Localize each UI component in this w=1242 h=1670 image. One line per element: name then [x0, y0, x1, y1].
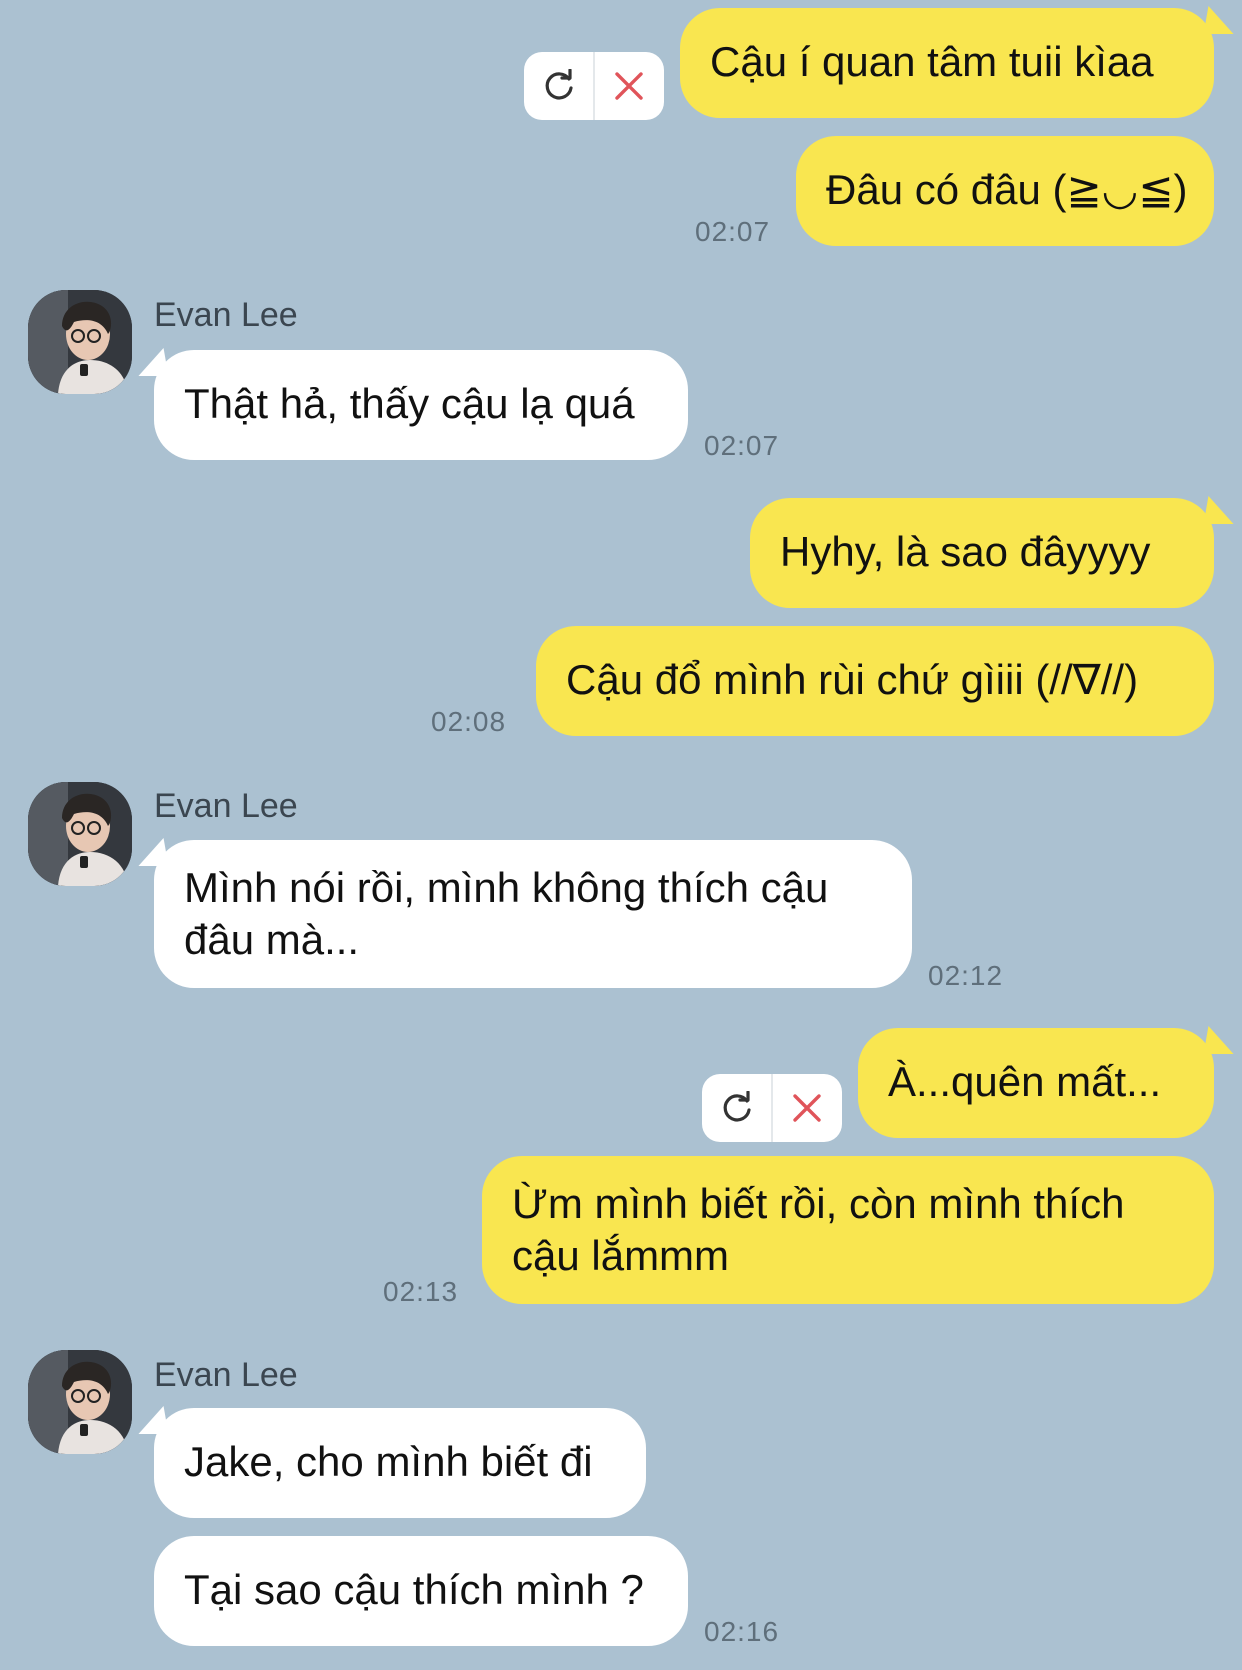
message-time: 02:12 [928, 960, 1004, 991]
message-time: 02:07 [704, 430, 780, 461]
incoming-message[interactable]: Tại sao cậu thích mình ? [154, 1536, 688, 1646]
refresh-icon [723, 1091, 751, 1122]
outgoing-message[interactable]: Đâu có đâu (≧◡≦) [796, 136, 1214, 246]
incoming-message[interactable]: Mình nói rồi, mình không thích cậu đâu m… [154, 840, 912, 988]
message-text: À...quên mất... [888, 1058, 1162, 1105]
chat-area: Cậu í quan tâm tuii kìaa Đâu có đâu (≧◡≦… [0, 0, 1242, 1670]
failed-message-actions [702, 1074, 842, 1142]
retry-button[interactable] [524, 52, 593, 120]
contact-avatar[interactable] [28, 290, 132, 394]
outgoing-message[interactable]: À...quên mất... [858, 1028, 1214, 1138]
message-text: Đâu có đâu (≧◡≦) [826, 166, 1188, 213]
message-text: Cậu đổ mình rùi chứ gìiii (//∇//) [566, 656, 1139, 703]
incoming-message[interactable]: Thật hả, thấy cậu lạ quá [154, 350, 688, 460]
message-text: Hyhy, là sao đâyyyy [780, 528, 1151, 575]
delete-button[interactable] [595, 52, 664, 120]
contact-avatar[interactable] [28, 782, 132, 886]
outgoing-message[interactable]: Cậu đổ mình rùi chứ gìiii (//∇//) [536, 626, 1214, 736]
message-text: Mình nói rồi, mình không thích cậu đâu m… [184, 864, 829, 963]
delete-button[interactable] [773, 1074, 842, 1142]
message-text: Jake, cho mình biết đi [184, 1438, 593, 1485]
message-time: 02:08 [431, 706, 507, 737]
close-icon [793, 1094, 822, 1122]
message-time: 02:07 [695, 216, 771, 247]
message-text: Cậu í quan tâm tuii kìaa [710, 38, 1154, 85]
message-text: Tại sao cậu thích mình ? [184, 1566, 644, 1613]
outgoing-message[interactable]: Hyhy, là sao đâyyyy [750, 498, 1214, 608]
sender-name: Evan Lee [154, 1356, 298, 1394]
message-time: 02:13 [383, 1276, 459, 1307]
message-text: Thật hả, thấy cậu lạ quá [184, 380, 635, 427]
sender-name: Evan Lee [154, 296, 298, 334]
failed-message-actions [524, 52, 664, 120]
contact-avatar[interactable] [28, 1350, 132, 1454]
message-text: Ừm mình biết rồi, còn mình thích cậu lắm… [512, 1180, 1125, 1279]
message-time: 02:16 [704, 1616, 780, 1647]
sender-name: Evan Lee [154, 787, 298, 825]
incoming-message[interactable]: Jake, cho mình biết đi [154, 1408, 646, 1518]
outgoing-message[interactable]: Ừm mình biết rồi, còn mình thích cậu lắm… [482, 1156, 1214, 1304]
close-icon [615, 72, 644, 100]
retry-button[interactable] [702, 1074, 771, 1142]
outgoing-message[interactable]: Cậu í quan tâm tuii kìaa [680, 8, 1214, 118]
refresh-icon [545, 69, 573, 100]
